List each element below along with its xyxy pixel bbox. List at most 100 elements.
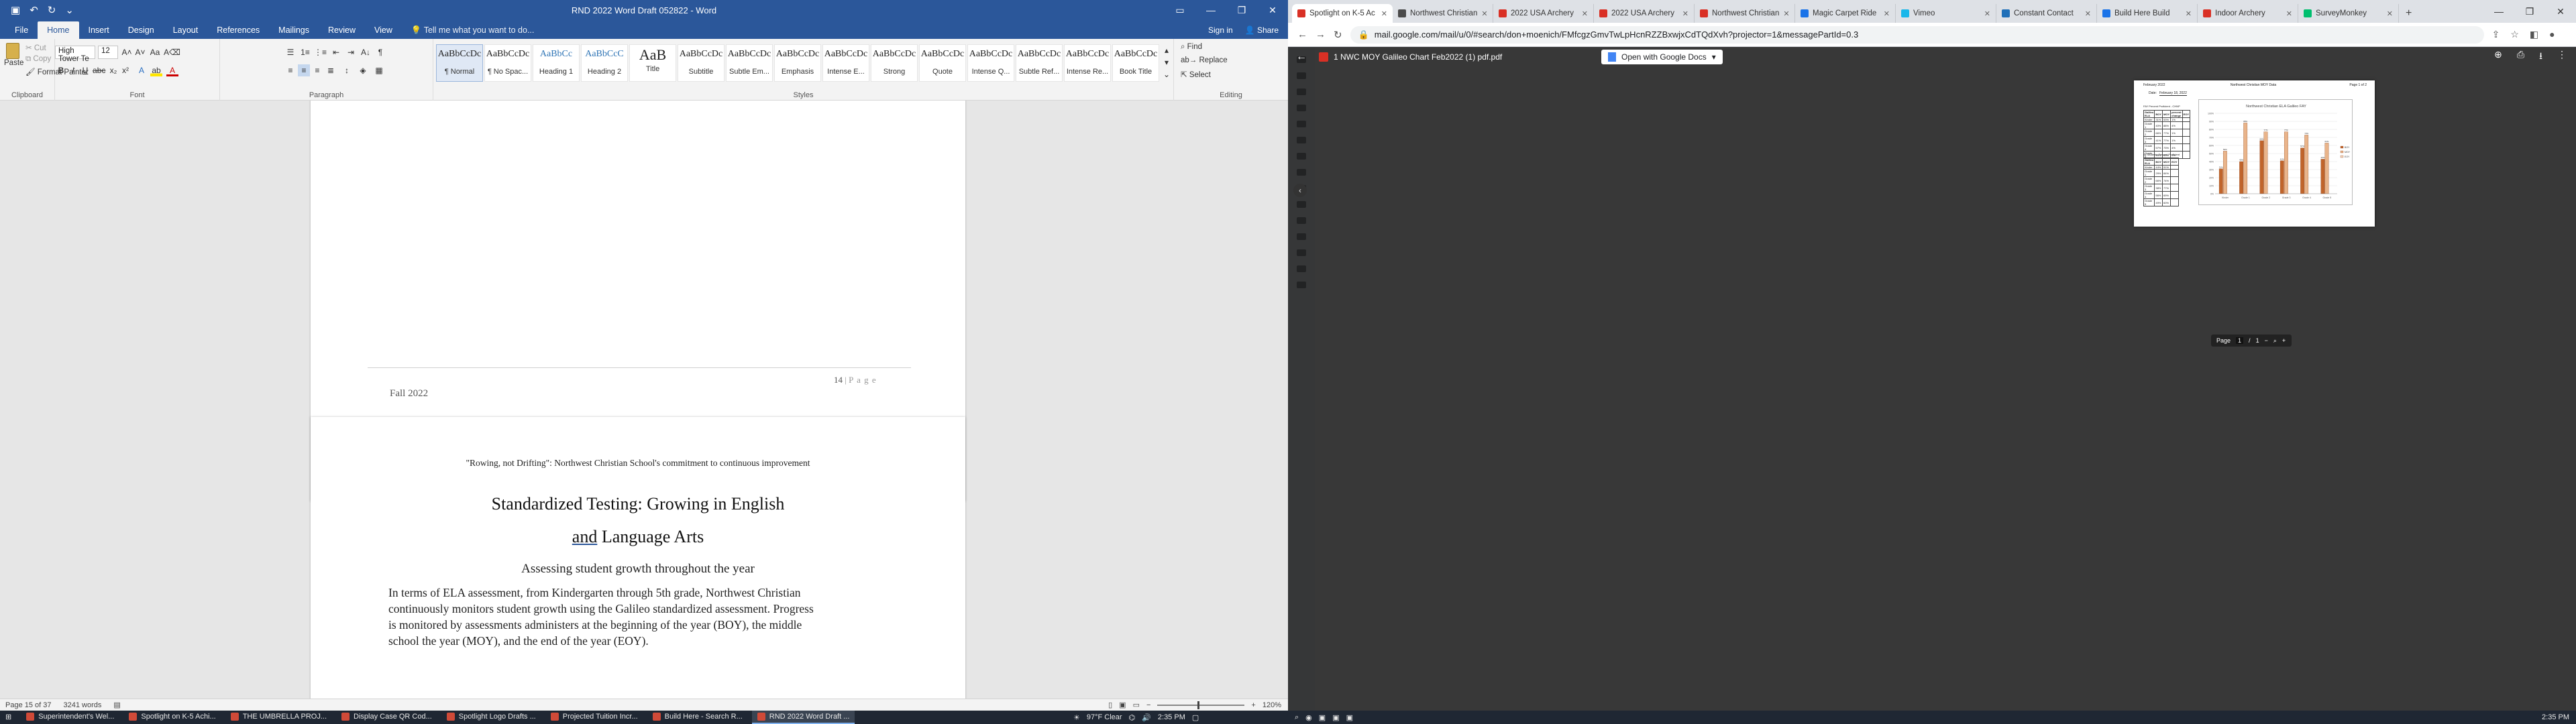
line-spacing-icon[interactable]: ↕ bbox=[341, 64, 353, 76]
sort-icon[interactable]: A↓ bbox=[360, 46, 372, 58]
browser-tab[interactable]: Vimeo ✕ bbox=[1896, 4, 1996, 23]
tab-close-icon[interactable]: ✕ bbox=[2186, 9, 2192, 18]
zoom-slider-thumb[interactable] bbox=[1197, 701, 1200, 709]
document-page-current[interactable]: "Rowing, not Drifting": Northwest Christ… bbox=[311, 417, 965, 699]
align-center-icon[interactable]: ≡ bbox=[298, 64, 310, 76]
tab-close-icon[interactable]: ✕ bbox=[1783, 9, 1789, 18]
current-page-input[interactable]: 1 bbox=[2236, 337, 2244, 344]
taskbar-item[interactable]: Display Case QR Cod... bbox=[336, 711, 437, 724]
zoom-in-icon[interactable]: + bbox=[1251, 701, 1255, 709]
ribbon-tab-file[interactable]: File bbox=[5, 21, 38, 39]
browser-tab[interactable]: 2022 USA Archery ✕ bbox=[1493, 4, 1594, 23]
download-icon[interactable]: ⭳ bbox=[2539, 49, 2542, 65]
forward-icon[interactable]: → bbox=[1316, 29, 1326, 40]
style-item[interactable]: AaBbCcDc Strong bbox=[871, 44, 918, 82]
taskbar-item[interactable]: Build Here - Search R... bbox=[647, 711, 748, 724]
copy-button[interactable]: ⧉ Copy bbox=[25, 55, 51, 64]
search-taskbar-icon[interactable]: ⌕ bbox=[1295, 713, 1299, 722]
browser-tab[interactable]: Northwest Christian ✕ bbox=[1393, 4, 1493, 23]
replace-button[interactable]: ab→ Replace bbox=[1181, 56, 1228, 64]
zoom-pdf-icon[interactable]: ⌕ bbox=[2273, 337, 2277, 345]
start-button[interactable]: ⊞ bbox=[0, 711, 17, 724]
sign-in-link[interactable]: Sign in bbox=[1208, 21, 1233, 39]
subscript-icon[interactable]: x₂ bbox=[107, 64, 119, 76]
style-item[interactable]: AaBbCcDc Intense E... bbox=[822, 44, 869, 82]
address-bar[interactable]: 🔒 mail.google.com/mail/u/0/#search/don+m… bbox=[1350, 25, 2484, 44]
grow-font-icon[interactable]: A˄ bbox=[121, 46, 133, 58]
style-item[interactable]: AaBbCcDc Intense Q... bbox=[967, 44, 1014, 82]
align-right-icon[interactable]: ≡ bbox=[311, 64, 323, 76]
new-tab-button[interactable]: + bbox=[2399, 4, 2418, 23]
powerpoint-taskbar-icon[interactable]: ▣ bbox=[1319, 713, 1326, 722]
print-icon[interactable]: ⎙ bbox=[2517, 49, 2524, 65]
taskbar-item[interactable]: Projected Tuition Incr... bbox=[545, 711, 643, 724]
browser-tab[interactable]: SurveyMonkey ✕ bbox=[2298, 4, 2399, 23]
ribbon-tab-review[interactable]: Review bbox=[319, 21, 365, 39]
style-item[interactable]: AaBbCcDc Intense Re... bbox=[1064, 44, 1111, 82]
close-button[interactable]: ✕ bbox=[1257, 0, 1288, 20]
share-page-icon[interactable]: ⇪ bbox=[2492, 29, 2500, 40]
style-item[interactable]: AaBbCcDc Subtitle bbox=[678, 44, 724, 82]
taskbar-item[interactable]: Spotlight on K-5 Achi... bbox=[123, 711, 221, 724]
ribbon-tab-references[interactable]: References bbox=[207, 21, 269, 39]
font-size-box[interactable]: 12 bbox=[98, 46, 118, 59]
chrome-taskbar-icon[interactable]: ◉ bbox=[1305, 713, 1312, 722]
reload-icon[interactable]: ↻ bbox=[1334, 29, 1342, 41]
redo-icon[interactable]: ↻ bbox=[48, 4, 56, 16]
highlight-icon[interactable]: ab bbox=[150, 64, 162, 76]
profile-icon[interactable]: ● bbox=[2549, 29, 2555, 40]
select-button[interactable]: ⇱ Select bbox=[1181, 70, 1211, 79]
shrink-font-icon[interactable]: A˅ bbox=[134, 46, 146, 58]
previous-attachment-icon[interactable]: ‹ bbox=[1293, 184, 1307, 197]
ribbon-tab-home[interactable]: Home bbox=[38, 21, 79, 39]
browser-tab[interactable]: Indoor Archery ✕ bbox=[2198, 4, 2298, 23]
style-item[interactable]: AaBbCc Heading 1 bbox=[533, 44, 580, 82]
pdf-viewer-overlay[interactable] bbox=[1288, 47, 2576, 711]
word-taskbar-icon[interactable]: ▣ bbox=[1346, 713, 1353, 722]
paste-button[interactable]: Paste bbox=[4, 43, 23, 67]
style-item[interactable]: AaB Title bbox=[629, 44, 676, 82]
style-item[interactable]: AaBbCcDc Emphasis bbox=[774, 44, 821, 82]
weather-text[interactable]: 97°F Clear bbox=[1087, 713, 1122, 721]
clear-formatting-icon[interactable]: A⌫ bbox=[164, 46, 180, 58]
text-effects-icon[interactable]: A bbox=[136, 64, 148, 76]
weather-icon[interactable]: ☀ bbox=[1073, 713, 1080, 722]
italic-icon[interactable]: I bbox=[67, 64, 79, 76]
browser-close-button[interactable]: ✕ bbox=[2545, 0, 2576, 23]
document-area[interactable]: Fall 2022 14 | P a g e "Rowing, not Drif… bbox=[0, 101, 1288, 699]
undo-icon[interactable]: ↶ bbox=[30, 4, 38, 16]
font-color-icon[interactable]: A bbox=[166, 64, 178, 76]
close-viewer-icon[interactable]: ← bbox=[1296, 51, 1307, 63]
ribbon-tab-design[interactable]: Design bbox=[119, 21, 164, 39]
browser-tab[interactable]: Build Here Build ✕ bbox=[2097, 4, 2198, 23]
tab-close-icon[interactable]: ✕ bbox=[2286, 9, 2292, 18]
volume-icon[interactable]: 🔊 bbox=[1142, 713, 1151, 722]
ribbon-tab-layout[interactable]: Layout bbox=[164, 21, 208, 39]
change-case-icon[interactable]: Aa bbox=[149, 46, 161, 58]
style-item[interactable]: AaBbCcDc ¶ No Spac... bbox=[484, 44, 531, 82]
back-icon[interactable]: ← bbox=[1297, 29, 1307, 40]
browser-maximize-button[interactable]: ❐ bbox=[2514, 0, 2545, 23]
tab-close-icon[interactable]: ✕ bbox=[1381, 9, 1387, 18]
taskbar-item[interactable]: RND 2022 Word Draft ... bbox=[751, 711, 855, 724]
justify-icon[interactable]: ≣ bbox=[325, 64, 337, 76]
print-layout-icon[interactable]: ▣ bbox=[1119, 701, 1126, 709]
find-button[interactable]: ⌕ Find bbox=[1181, 43, 1202, 52]
proofing-icon[interactable]: ▤ bbox=[113, 701, 120, 709]
tab-close-icon[interactable]: ✕ bbox=[1682, 9, 1688, 18]
style-item[interactable]: AaBbCcDc ¶ Normal bbox=[436, 44, 483, 82]
tab-close-icon[interactable]: ✕ bbox=[1481, 9, 1487, 18]
extensions-icon[interactable]: ◧ bbox=[2530, 29, 2538, 40]
taskbar-item[interactable]: Superintendent's Wel... bbox=[21, 711, 119, 724]
align-left-icon[interactable]: ≡ bbox=[284, 64, 297, 76]
zoom-out-pdf-icon[interactable]: − bbox=[2265, 337, 2268, 344]
word-count[interactable]: 3241 words bbox=[64, 701, 102, 709]
zoom-in-pdf-icon[interactable]: + bbox=[2282, 337, 2286, 344]
increase-indent-icon[interactable]: ⇥ bbox=[345, 46, 357, 58]
clock-right[interactable]: 2:35 PM bbox=[2542, 713, 2569, 721]
ribbon-tab-insert[interactable]: Insert bbox=[79, 21, 119, 39]
clock-left[interactable]: 2:35 PM bbox=[1158, 713, 1185, 721]
strikethrough-icon[interactable]: abc bbox=[93, 64, 105, 76]
excel-taskbar-icon[interactable]: ▣ bbox=[1332, 713, 1339, 722]
read-mode-icon[interactable]: ▯ bbox=[1108, 701, 1112, 709]
